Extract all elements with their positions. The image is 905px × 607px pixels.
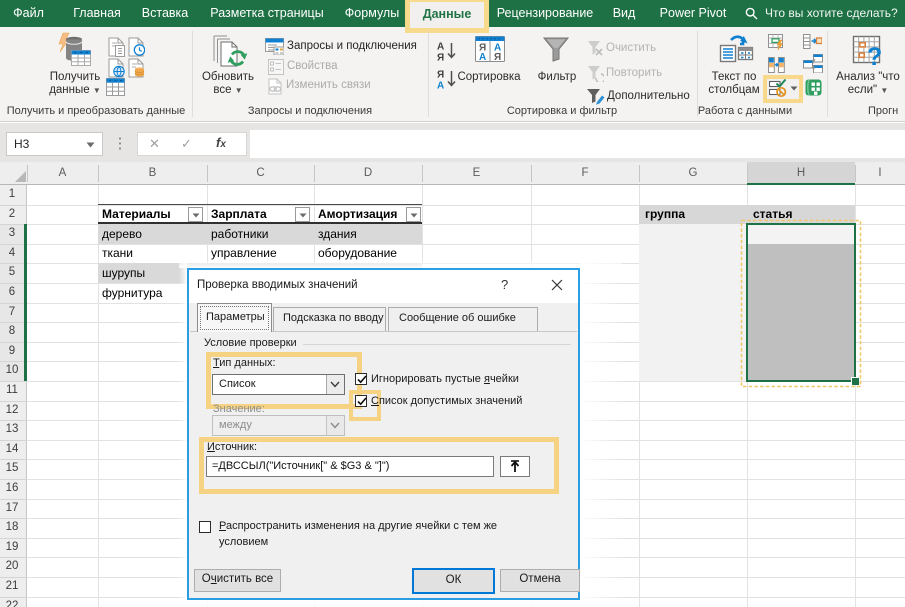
svg-text:Я: Я (437, 53, 444, 63)
svg-text:А: А (437, 81, 444, 91)
svg-text:?: ? (867, 43, 882, 68)
svg-text:Я: Я (494, 52, 501, 62)
svg-text:А: А (437, 42, 444, 53)
svg-text:А: А (479, 52, 486, 62)
svg-text:Я: Я (437, 70, 444, 81)
